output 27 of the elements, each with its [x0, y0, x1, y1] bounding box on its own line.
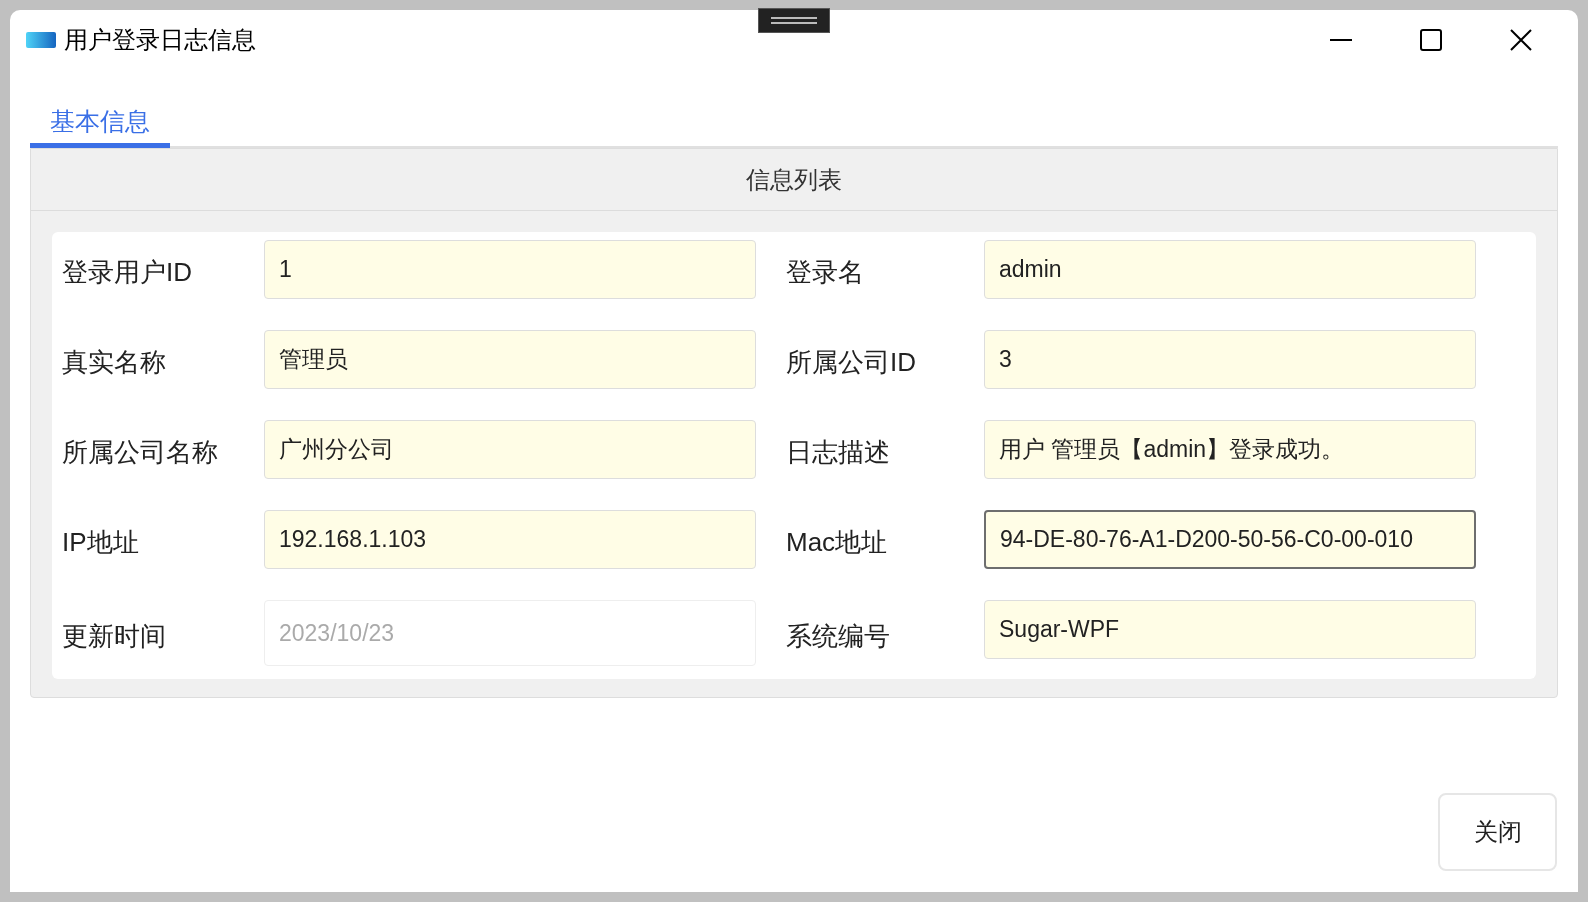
- input-field[interactable]: 广州分公司: [264, 420, 756, 479]
- minimize-icon: [1330, 39, 1352, 41]
- field-label: Mac地址: [786, 526, 889, 559]
- input-field[interactable]: 94-DE-80-76-A1-D200-50-56-C0-00-010: [984, 510, 1476, 569]
- grip-handle-icon[interactable]: [758, 8, 830, 33]
- window-title: 用户登录日志信息: [64, 25, 256, 55]
- app-icon: [26, 32, 56, 48]
- maximize-icon: [1420, 29, 1442, 51]
- input-field[interactable]: 3: [984, 330, 1476, 389]
- field-label: 所属公司名称: [62, 436, 219, 469]
- input-field[interactable]: 管理员: [264, 330, 756, 389]
- panel-header: 信息列表: [31, 149, 1557, 211]
- input-field[interactable]: 192.168.1.103: [264, 510, 756, 569]
- field-label: 所属公司ID: [786, 346, 917, 379]
- field-label: IP地址: [62, 526, 140, 559]
- input-field[interactable]: Sugar-WPF: [984, 600, 1476, 659]
- close-button[interactable]: 关闭: [1438, 793, 1557, 871]
- close-icon: [1510, 29, 1532, 51]
- input-field[interactable]: 用户 管理员【admin】登录成功。: [984, 420, 1476, 479]
- field-label: 系统编号: [786, 619, 891, 653]
- field-label: 登录名: [786, 256, 865, 289]
- field-label: 真实名称: [62, 346, 167, 379]
- field-label: 登录用户ID: [62, 256, 193, 289]
- input-field[interactable]: 1: [264, 240, 756, 299]
- input-field[interactable]: admin: [984, 240, 1476, 299]
- field-label: 更新时间: [62, 619, 167, 653]
- field-label: 日志描述: [786, 436, 891, 469]
